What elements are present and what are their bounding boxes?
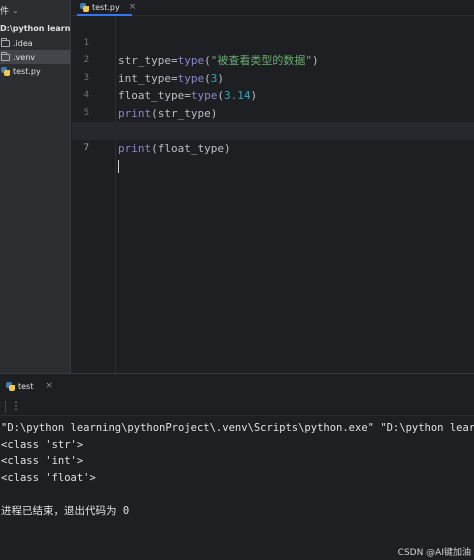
run-panel: test × ⋮ "D:\python learning\pythonProje… (0, 373, 474, 560)
console-line: <class 'float'> (1, 471, 96, 484)
console-line: <class 'str'> (1, 438, 84, 451)
code-area[interactable]: 1 str_type=type("被查看类型的数据") 2 int_type=t… (72, 17, 474, 173)
tree-item-label: .venv (13, 52, 36, 62)
code-text (118, 157, 119, 175)
tab-label: test.py (92, 2, 120, 12)
console-output[interactable]: "D:\python learning\pythonProject\.venv\… (0, 416, 474, 519)
watermark: CSDN @AI键加油 (397, 548, 471, 558)
project-root[interactable]: D:\python learning\p (0, 20, 70, 36)
editor-tab-bar: test.py × (72, 0, 474, 16)
more-vertical-icon[interactable]: ⋮ (11, 401, 21, 412)
python-file-icon (80, 2, 89, 12)
tab-test-py[interactable]: test.py × (77, 0, 136, 16)
tree-item-idea[interactable]: .idea (0, 36, 70, 50)
run-tab-label: test (18, 381, 34, 391)
close-icon[interactable]: × (129, 2, 137, 12)
project-panel: 件 ⌄ D:\python learning\p .idea .venv tes… (0, 0, 71, 373)
tree-item-test-py[interactable]: test.py (0, 64, 70, 78)
code-line[interactable]: 6 print(float_type) (72, 105, 474, 155)
editor: test.py × 1 str_type=type("被查看类型的数据") 2 … (72, 0, 474, 373)
chevron-down-icon[interactable]: ⌄ (12, 6, 19, 15)
toolbar-divider (5, 400, 6, 413)
python-file-icon (6, 381, 15, 391)
code-line[interactable]: 2 int_type=type(3) (72, 35, 474, 85)
run-tab-bar: test × (0, 374, 474, 398)
tab-run-test[interactable]: test × (0, 381, 53, 391)
project-root-label: D:\python learning\p (0, 23, 70, 33)
line-number: 7 (83, 142, 89, 153)
project-panel-title: 件 (0, 6, 10, 17)
code-line[interactable]: 4 print(str_type) (72, 70, 474, 120)
folder-icon (1, 51, 10, 61)
code-line[interactable]: 1 str_type=type("被查看类型的数据") (72, 17, 474, 68)
tree-item-label: test.py (13, 66, 41, 76)
console-line: <class 'int'> (1, 455, 84, 467)
tree-item-label: .idea (13, 38, 33, 48)
console-exit-line: 进程已结束，退出代码为 0 (1, 504, 130, 517)
close-icon[interactable]: × (45, 381, 53, 391)
code-line[interactable]: 3 float_type=type(3.14) (72, 52, 474, 103)
project-panel-header[interactable]: 件 ⌄ (0, 0, 70, 20)
folder-icon (1, 37, 10, 47)
code-line-current[interactable]: 7 (72, 122, 474, 173)
text-caret (118, 159, 119, 173)
tree-item-venv[interactable]: .venv (0, 50, 70, 64)
console-line: "D:\python learning\pythonProject\.venv\… (1, 422, 474, 434)
python-file-icon (1, 66, 10, 76)
code-line[interactable]: 5 print(int_type) (72, 87, 474, 138)
code-text: print(float_type) (118, 141, 231, 155)
run-toolbar: ⋮ (0, 398, 474, 416)
